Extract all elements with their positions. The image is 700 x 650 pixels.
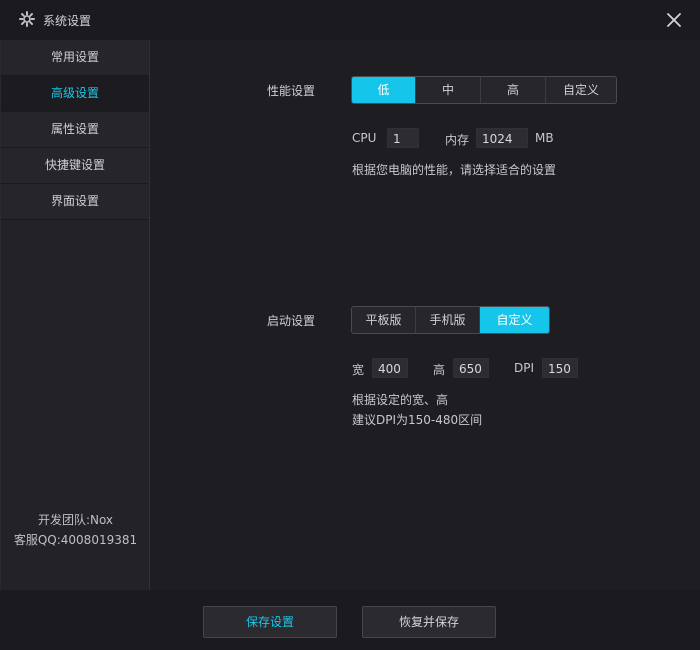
memory-unit: MB (535, 131, 554, 145)
sidebar-item-advanced[interactable]: 高级设置 (1, 76, 149, 112)
sidebar-footer: 开发团队:Nox 客服QQ:4008019381 (1, 510, 150, 550)
sidebar-item-interface[interactable]: 界面设置 (1, 184, 149, 220)
startup-hint-line2: 建议DPI为150-480区间 (352, 413, 483, 427)
memory-input[interactable]: 1024 (476, 128, 528, 148)
cpu-input[interactable]: 1 (387, 128, 419, 148)
performance-hint: 根据您电脑的性能，请选择适合的设置 (352, 163, 557, 177)
close-icon[interactable] (666, 12, 682, 28)
dpi-label: DPI (514, 361, 535, 375)
sidebar-item-common[interactable]: 常用设置 (1, 40, 149, 76)
memory-label: 内存 (445, 133, 470, 147)
support-qq-text: 客服QQ:4008019381 (13, 533, 138, 547)
startup-segmented-control: 平板版 手机版 自定义 (351, 306, 550, 334)
startup-option-custom[interactable]: 自定义 (480, 307, 549, 333)
height-label: 高 (433, 363, 446, 377)
startup-hint-line1: 根据设定的宽、高 (352, 393, 449, 407)
dpi-input[interactable]: 150 (542, 358, 578, 378)
restore-and-save-button[interactable]: 恢复并保存 (362, 606, 496, 638)
startup-option-tablet[interactable]: 平板版 (352, 307, 416, 333)
title-bar: 系统设置 (0, 0, 700, 40)
developer-team-text: 开发团队:Nox (37, 513, 114, 527)
sidebar-item-properties[interactable]: 属性设置 (1, 112, 149, 148)
bottom-action-bar: 保存设置 恢复并保存 (0, 590, 700, 650)
settings-panel: 性能设置 低 中 高 自定义 CPU 1 内存 1024 MB 根据您电脑的性能… (150, 40, 700, 590)
width-input[interactable]: 400 (372, 358, 408, 378)
sidebar: 常用设置 高级设置 属性设置 快捷键设置 界面设置 开发团队:Nox 客服QQ:… (0, 40, 150, 590)
performance-label: 性能设置 (267, 84, 316, 98)
height-input[interactable]: 650 (453, 358, 489, 378)
performance-option-medium[interactable]: 中 (416, 77, 481, 103)
performance-option-high[interactable]: 高 (481, 77, 546, 103)
width-label: 宽 (352, 363, 365, 377)
startup-label: 启动设置 (267, 314, 316, 328)
gear-icon (19, 11, 35, 27)
startup-option-phone[interactable]: 手机版 (416, 307, 480, 333)
sidebar-item-shortcuts[interactable]: 快捷键设置 (1, 148, 149, 184)
save-settings-button[interactable]: 保存设置 (203, 606, 337, 638)
cpu-label: CPU (352, 131, 377, 145)
window-title: 系统设置 (43, 14, 92, 28)
performance-option-low[interactable]: 低 (352, 77, 416, 103)
performance-segmented-control: 低 中 高 自定义 (351, 76, 617, 104)
performance-option-custom[interactable]: 自定义 (546, 77, 616, 103)
